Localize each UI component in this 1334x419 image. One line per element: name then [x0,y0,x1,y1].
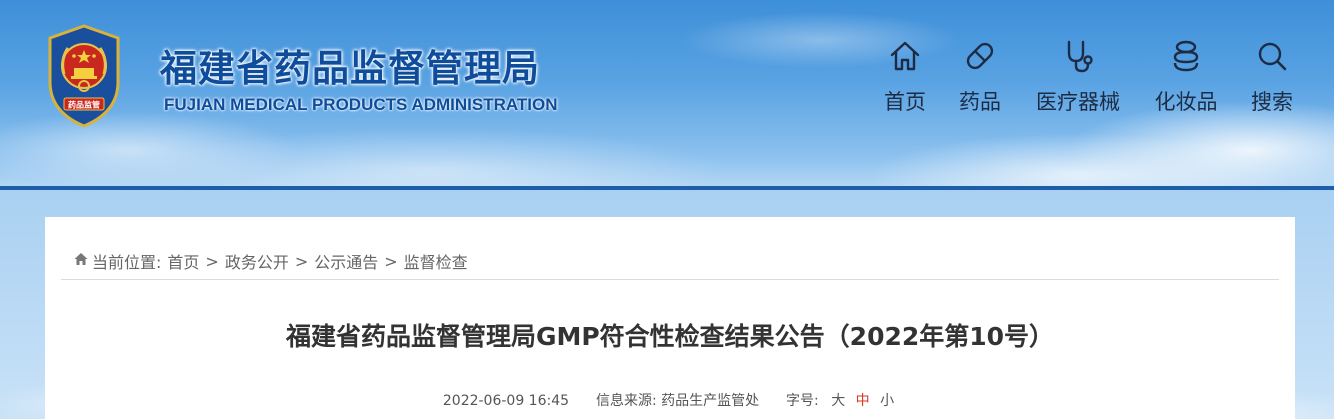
nav-item-drugs[interactable]: 药品 [955,36,1005,116]
breadcrumb-separator: > [205,251,219,271]
nav-item-medical-devices[interactable]: 医疗器械 [1032,36,1124,116]
search-icon [1252,36,1292,76]
breadcrumb-separator: > [294,251,309,271]
breadcrumb-separator: > [384,251,398,271]
nav-label: 医疗器械 [1036,90,1120,114]
article-title: 福建省药品监督管理局GMP符合性检查结果公告（2022年第10号） [285,322,1055,351]
pill-icon [960,36,1000,76]
font-size-label: 字号: [786,393,819,409]
nav-item-home[interactable]: 首页 [880,36,930,116]
breadcrumb-link-inspection[interactable]: 监督检查 [404,249,468,273]
article-meta: 2022-06-09 16:45 信息来源: 药品生产监管处 字号: 大 中 小 [45,390,1295,410]
nav-label: 化妆品 [1154,90,1218,114]
font-size-medium-button[interactable]: 中 [856,393,870,409]
cosmetics-icon [1166,36,1206,76]
breadcrumb-link-home[interactable]: 首页 [167,249,199,273]
breadcrumb: 当前位置: 首页 > 政务公开 > 公示通告 > 监督检查 [73,250,468,272]
font-size-small-button[interactable]: 小 [880,393,894,409]
nav-item-search[interactable]: 搜索 [1247,36,1297,116]
nav-label: 首页 [884,90,926,114]
stethoscope-icon [1058,36,1098,76]
breadcrumb-link-government-affairs[interactable]: 政务公开 [225,249,289,273]
nav-label: 搜索 [1251,90,1293,114]
publish-date: 2022-06-09 16:45 [442,393,570,409]
home-icon [73,251,92,271]
font-size-large-button[interactable]: 大 [831,393,845,409]
breadcrumb-divider [61,279,1279,280]
breadcrumb-link-notices[interactable]: 公示通告 [314,249,378,273]
nav-item-cosmetics[interactable]: 化妆品 [1150,36,1222,116]
nav-label: 药品 [959,90,1001,114]
article-card: 当前位置: 首页 > 政务公开 > 公示通告 > 监督检查 福建省药品监督管理局… [45,217,1295,419]
site-header: 药品监管 福建省药品监督管理局 FUJIAN MEDICAL PRODUCTS … [0,0,1334,186]
breadcrumb-prefix: 当前位置: [92,253,162,272]
home-icon [885,36,925,76]
source-label: 信息来源: [595,393,657,409]
source-value: 药品生产监管处 [661,393,760,409]
main-nav: 首页 药品 医疗器械 化妆品 搜索 [0,36,1334,116]
